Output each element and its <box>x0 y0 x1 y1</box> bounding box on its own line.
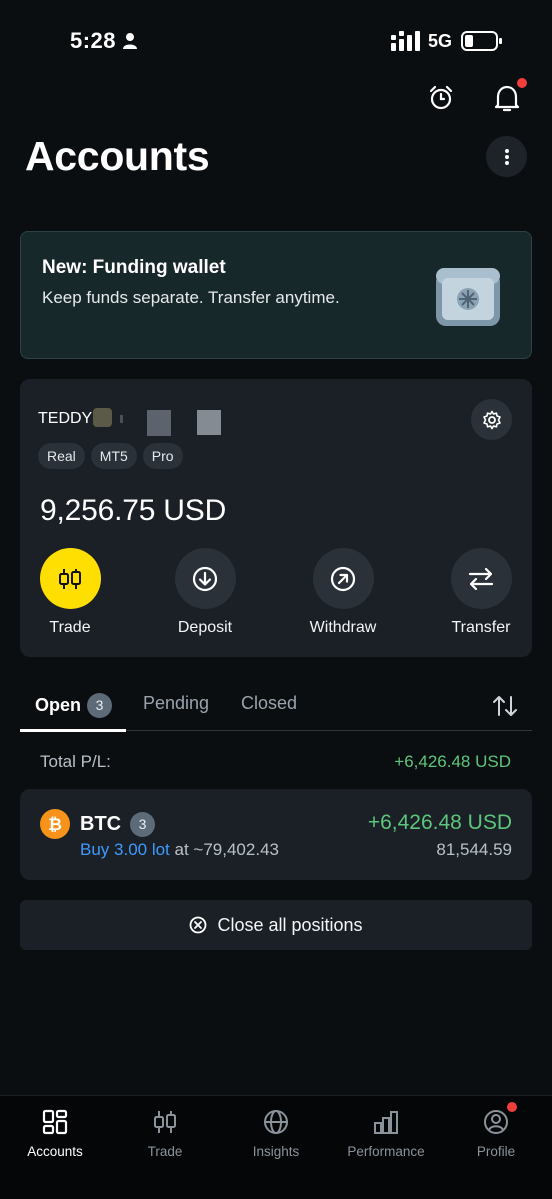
network-type: 5G <box>428 31 453 51</box>
battery-icon <box>461 31 502 51</box>
position-pl: +6,426.48 USD <box>367 811 512 834</box>
nav-accounts[interactable]: Accounts <box>0 1106 110 1159</box>
tab-open[interactable]: Open 3 <box>35 693 113 718</box>
position-detail: Buy 3.00 lot at ~79,402.43 <box>80 840 279 860</box>
position-open-price: at ~79,402.43 <box>174 840 279 859</box>
account-actions: Trade Deposit Withdraw Transfer <box>20 548 532 643</box>
notifications-button[interactable] <box>487 78 527 118</box>
withdraw-label: Withdraw <box>309 619 377 636</box>
nav-insights[interactable]: Insights <box>221 1106 331 1159</box>
nav-trade-label: Trade <box>147 1144 183 1159</box>
close-circle-icon <box>190 916 207 934</box>
close-all-label: Close all positions <box>217 914 363 935</box>
trade-action[interactable]: Trade <box>20 548 120 637</box>
deposit-label: Deposit <box>177 619 233 636</box>
close-all-positions-button[interactable]: Close all positions <box>20 900 532 950</box>
accounts-grid-icon <box>42 1109 68 1135</box>
tab-pending[interactable]: Pending <box>143 693 209 714</box>
position-row[interactable]: ₿ BTC 3 Buy 3.00 lot at ~79,402.43 +6,42… <box>20 789 532 880</box>
positions-tabs: Open 3 Pending Closed <box>20 683 532 732</box>
tag-mt5: MT5 <box>90 443 137 469</box>
account-card[interactable]: TEDDY Real MT5 Pro 9,256.75 USD Trade De… <box>20 379 532 657</box>
nav-accounts-label: Accounts <box>27 1144 83 1159</box>
banner-subtitle: Keep funds separate. Transfer anytime. <box>42 288 340 307</box>
arrow-up-right-circle-icon <box>330 566 356 591</box>
svg-text:₿: ₿ <box>48 815 62 834</box>
alarm-clock-icon <box>429 85 453 110</box>
candlestick-icon <box>59 568 81 589</box>
position-side-lot: Buy 3.00 lot <box>80 840 170 859</box>
vertical-dots-icon <box>504 148 509 165</box>
tab-closed[interactable]: Closed <box>241 693 297 714</box>
position-current-price: 81,544.59 <box>436 840 512 859</box>
account-separator <box>120 415 123 423</box>
profile-alert-dot <box>507 1102 517 1112</box>
account-name: TEDDY <box>38 410 93 427</box>
withdraw-action[interactable]: Withdraw <box>293 548 393 637</box>
trade-label: Trade <box>49 619 91 636</box>
gear-icon <box>482 410 501 429</box>
account-emoji-icon <box>93 408 112 427</box>
arrow-down-circle-icon <box>192 566 218 591</box>
bottom-nav: Accounts Trade Insights Performance Prof… <box>0 1095 552 1199</box>
withdraw-button[interactable] <box>312 548 374 609</box>
transfer-button[interactable] <box>450 548 512 609</box>
globe-icon <box>264 1110 288 1134</box>
deposit-button[interactable] <box>174 548 236 609</box>
notification-dot <box>517 78 527 88</box>
nav-performance-label: Performance <box>347 1144 425 1159</box>
status-time: 5:28 <box>70 28 117 53</box>
total-pl-label: Total P/L: <box>40 752 111 771</box>
funding-wallet-banner[interactable]: New: Funding wallet Keep funds separate.… <box>20 231 532 359</box>
tab-open-label: Open <box>35 695 82 715</box>
account-settings-button[interactable] <box>471 399 512 440</box>
transfer-arrows-icon <box>468 567 494 590</box>
redacted-block <box>147 410 171 436</box>
candlestick-icon <box>154 1111 176 1133</box>
account-tags: Real MT5 Pro <box>38 443 183 469</box>
nav-insights-label: Insights <box>252 1144 300 1159</box>
tag-pro: Pro <box>142 443 183 469</box>
person-icon <box>123 33 137 49</box>
banner-title: New: Funding wallet <box>42 257 226 278</box>
nav-performance[interactable]: Performance <box>331 1106 441 1159</box>
sort-icon[interactable] <box>492 694 518 718</box>
tab-open-count: 3 <box>87 693 113 718</box>
nav-profile-label: Profile <box>476 1144 516 1159</box>
alarm-button[interactable] <box>421 78 461 118</box>
bitcoin-icon: ₿ <box>40 809 70 839</box>
transfer-label: Transfer <box>451 619 511 636</box>
nav-profile[interactable]: Profile <box>441 1102 551 1159</box>
page-title: Accounts <box>25 133 210 179</box>
total-pl-value: +6,426.48 USD <box>394 752 511 771</box>
signal-icon <box>391 31 420 51</box>
position-symbol: BTC <box>80 813 122 835</box>
account-balance: 9,256.75 USD <box>40 494 227 527</box>
status-bar: 5:28 5G <box>0 0 552 82</box>
transfer-action[interactable]: Transfer <box>431 548 531 637</box>
trade-button[interactable] <box>39 548 101 609</box>
nav-trade[interactable]: Trade <box>110 1106 220 1159</box>
bar-chart-icon <box>374 1111 398 1134</box>
profile-icon <box>484 1110 508 1134</box>
safe-illustration-icon <box>436 268 500 326</box>
more-options-button[interactable] <box>486 136 527 177</box>
position-count-badge: 3 <box>130 812 155 837</box>
bell-icon <box>494 85 520 112</box>
active-tab-indicator <box>20 729 126 732</box>
deposit-action[interactable]: Deposit <box>155 548 255 637</box>
redacted-block <box>197 410 221 435</box>
tag-real: Real <box>38 443 85 469</box>
